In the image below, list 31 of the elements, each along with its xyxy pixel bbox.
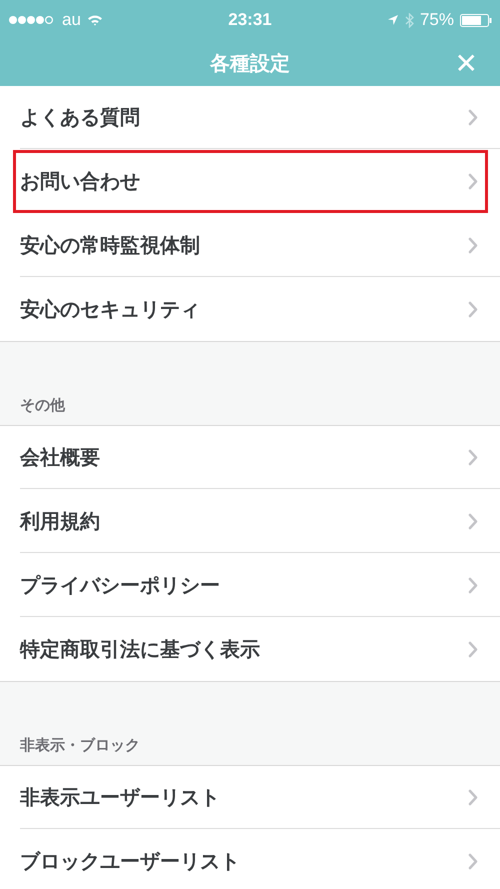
chevron-right-icon xyxy=(468,788,478,806)
menu-item[interactable]: 非表示ユーザーリスト xyxy=(20,766,500,829)
chevron-right-icon xyxy=(468,641,478,658)
chevron-right-icon xyxy=(468,172,478,190)
wifi-icon xyxy=(86,14,103,26)
status-time: 23:31 xyxy=(228,10,272,30)
signal-icon xyxy=(8,15,56,25)
menu-item[interactable]: 安心の常時監視体制 xyxy=(20,214,500,277)
menu-item[interactable]: お問い合わせ xyxy=(13,150,488,213)
chevron-right-icon xyxy=(468,576,478,594)
battery-percent: 75% xyxy=(420,10,454,30)
screen-title: 各種設定 xyxy=(210,50,290,76)
chevron-right-icon xyxy=(468,108,478,126)
menu-item[interactable]: プライバシーポリシー xyxy=(20,554,500,617)
menu-item[interactable]: ブロックユーザーリスト xyxy=(20,830,500,889)
menu-item[interactable]: 特定商取引法に基づく表示 xyxy=(20,618,500,681)
chevron-right-icon xyxy=(468,853,478,870)
carrier-name: au xyxy=(62,10,81,30)
chevron-right-icon xyxy=(468,448,478,466)
menu-item[interactable]: 安心のセキュリティ xyxy=(20,278,500,341)
location-arrow-icon xyxy=(386,14,399,26)
chevron-right-icon xyxy=(468,512,478,530)
chevron-right-icon xyxy=(468,236,478,254)
menu-item[interactable]: 利用規約 xyxy=(20,490,500,553)
menu-item[interactable]: よくある質問 xyxy=(20,86,500,149)
chevron-right-icon xyxy=(468,301,478,318)
menu-item[interactable]: 会社概要 xyxy=(20,426,500,489)
section-header: その他 xyxy=(20,396,65,415)
bluetooth-icon xyxy=(404,12,414,28)
battery-icon xyxy=(460,14,492,26)
section-header: 非表示・ブロック xyxy=(20,736,140,755)
